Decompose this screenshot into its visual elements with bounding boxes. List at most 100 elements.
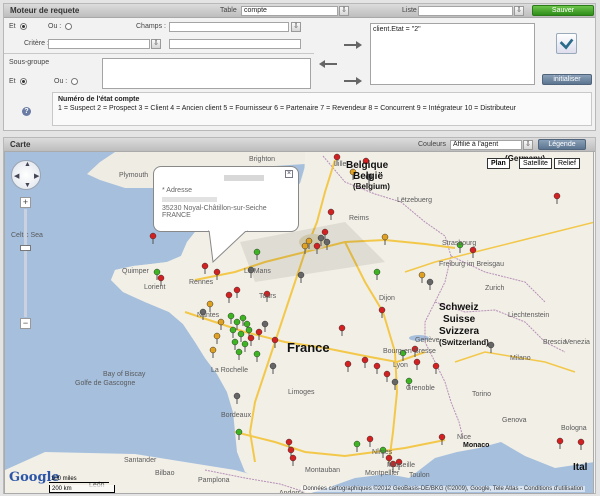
chevron-down-icon: ⇩ [293, 23, 299, 30]
back-arrow-icon[interactable] [319, 60, 337, 68]
info-country: FRANCE [162, 212, 191, 219]
city-label: Grenoble [406, 385, 435, 392]
search-panel-title: Moteur de requete [10, 6, 80, 15]
city-label: Liechtenstein [508, 312, 550, 319]
zoom-out-button[interactable]: − [20, 318, 31, 329]
couleurs-dropdown-button[interactable]: ⇩ [523, 140, 533, 150]
sousgroupe-ou-radio[interactable] [71, 78, 78, 85]
checkmark-icon [559, 38, 574, 50]
map-background [5, 152, 593, 493]
zoom-slider-handle[interactable] [20, 245, 31, 251]
info-address-label: * Adresse [162, 187, 192, 194]
pan-right-icon[interactable]: ▶ [34, 172, 39, 180]
city-label: Plymouth [119, 172, 149, 179]
search-panel: Moteur de requete Table compte ⇩ Liste ⇩… [3, 3, 596, 131]
info-window-tail [208, 230, 248, 264]
zoom-in-button[interactable]: + [20, 197, 31, 208]
country-label: Ital [573, 462, 588, 473]
et-radio[interactable] [20, 23, 27, 30]
sousgroupe-ou-label: Ou : [54, 78, 68, 85]
city-label: Milano [510, 355, 531, 362]
save-button[interactable]: Sauver [532, 5, 594, 16]
legend-button[interactable]: Légende [538, 139, 586, 150]
initialiser-button[interactable]: initialiser [542, 74, 592, 85]
city-label: Reims [349, 215, 369, 222]
critere-operator-field[interactable] [48, 39, 150, 49]
city-label: Genova [502, 417, 527, 424]
city-label: Nice [457, 434, 472, 441]
redacted-street [162, 197, 217, 202]
city-label: Dijon [379, 295, 395, 302]
city-label: Freiburg im Breisgau [439, 261, 504, 268]
sousgroupe-textarea[interactable] [102, 58, 311, 89]
critere-label: Critère : [24, 40, 49, 47]
city-label: Bordeaux [221, 412, 251, 419]
country-label: Suisse [443, 314, 476, 325]
city-label: Venezia [565, 339, 590, 346]
divider [4, 53, 314, 54]
liste-label: Liste [402, 7, 417, 14]
country-label: Schweiz [439, 302, 479, 313]
pan-down-icon[interactable]: ▼ [24, 182, 31, 189]
table-dropdown-button[interactable]: ⇩ [339, 6, 349, 16]
map-type-satellite-button[interactable]: Satellite [519, 158, 552, 169]
map-canvas[interactable]: Brighton Plymouth Lille Lëtzebuerg Reims Stra… [4, 151, 594, 494]
country-label: België [353, 171, 384, 182]
champs-dropdown-button[interactable]: ⇩ [291, 22, 301, 32]
liste-field[interactable] [418, 6, 513, 16]
pan-control[interactable]: ▲ ▼ ◀ ▶ [11, 160, 41, 190]
map-panel-title: Carte [10, 140, 31, 149]
map-type-plan-button[interactable]: Plan [487, 158, 510, 169]
scale-miles: 100 miles [49, 476, 109, 483]
zoom-track[interactable] [24, 209, 27, 317]
chevron-down-icon: ⇩ [516, 7, 522, 14]
query-textarea[interactable]: client.Etat = "2" [370, 23, 535, 85]
add-arrow-icon[interactable] [344, 41, 362, 49]
map-panel-header: Carte Couleurs Affilié à l'agent ⇩ Légen… [4, 138, 595, 152]
city-label: Bologna [561, 425, 587, 432]
map-type-relief-button[interactable]: Relief [554, 158, 580, 169]
pan-up-icon[interactable]: ▲ [24, 161, 31, 168]
champs-field[interactable] [169, 22, 289, 32]
city-label: Bilbao [155, 470, 175, 477]
chevron-down-icon: ⇩ [341, 7, 347, 14]
pan-left-icon[interactable]: ◀ [14, 172, 19, 180]
ou-radio[interactable] [65, 23, 72, 30]
chevron-down-icon: ⇩ [153, 40, 159, 47]
city-label: Zurich [485, 285, 505, 292]
city-label: Lyon [393, 362, 408, 369]
ou-label: Ou : [48, 23, 62, 30]
map-attribution[interactable]: Données cartographiques ©2012 GeoBasis-D… [301, 486, 586, 492]
help-box: Numéro de l'état compte 1 = Suspect 2 = … [52, 92, 592, 126]
close-icon[interactable]: × [285, 170, 293, 178]
city-label: Pamplona [198, 477, 230, 484]
sousgroupe-et-label: Et [9, 78, 16, 85]
table-field[interactable]: compte [241, 6, 338, 16]
info-window: × * Adresse 35230 Noyal-Châtillon-sur-Se… [153, 166, 299, 232]
couleurs-label: Couleurs [418, 141, 447, 148]
city-label: Rennes [189, 279, 214, 286]
city-label: Marseille [387, 462, 416, 469]
country-label: (Switzerland) [439, 338, 489, 347]
city-label: Brescia [543, 339, 567, 346]
liste-dropdown-button[interactable]: ⇩ [514, 6, 524, 16]
city-label: Montpellier [365, 470, 400, 477]
city-label: Quimper [122, 268, 149, 275]
country-label: France [287, 340, 330, 355]
add-subgroup-arrow-icon[interactable] [344, 77, 362, 85]
country-label: Svizzera [439, 326, 480, 337]
sousgroupe-et-radio[interactable] [20, 78, 27, 85]
run-query-button[interactable] [556, 33, 577, 54]
critere-dropdown-button[interactable]: ⇩ [151, 39, 161, 49]
city-label: Bay of Biscay [103, 371, 146, 378]
couleurs-field[interactable]: Affilié à l'agent [450, 140, 522, 150]
sousgroupe-label: Sous-groupe [9, 59, 50, 66]
critere-value-field[interactable] [169, 39, 301, 49]
table-label: Table [220, 7, 237, 14]
city-label: Strasbourg [442, 240, 477, 247]
city-label: Nîmes [372, 449, 393, 456]
help-icon[interactable]: ? [22, 107, 31, 116]
city-label: Santander [124, 457, 157, 464]
city-label: Lëtzebuerg [397, 197, 433, 204]
city-label: Tours [259, 293, 277, 300]
